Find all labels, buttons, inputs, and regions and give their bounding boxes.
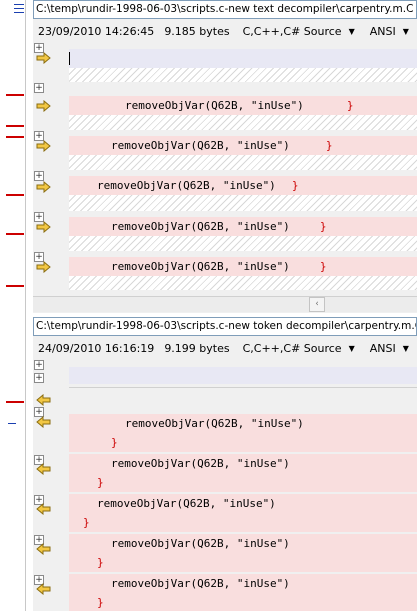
overview-diff-mark — [6, 94, 24, 96]
diff-line[interactable]: removeObjVar(Q62B, "inUse")} — [69, 257, 417, 276]
diff-gap — [69, 276, 417, 290]
expand-button[interactable]: + — [34, 83, 44, 93]
diff-line[interactable]: removeObjVar(Q62B, "inUse")} — [69, 176, 417, 195]
divider — [69, 387, 417, 388]
code-text: removeObjVar(Q62B, "inUse") — [111, 139, 290, 152]
encoding-selector[interactable]: ANSI — [370, 25, 396, 38]
diff-line[interactable]: removeObjVar(Q62B, "inUse")} — [69, 217, 417, 236]
overview-diff-mark — [6, 285, 24, 287]
code-text: removeObjVar(Q62B, "inUse") — [97, 497, 276, 510]
file-date: 24/09/2010 16:16:19 — [38, 341, 155, 355]
diff-line[interactable]: removeObjVar(Q62B, "inUse") } — [69, 454, 417, 492]
diff-gap — [69, 115, 417, 130]
code-brace: } — [325, 139, 333, 152]
code-brace: } — [97, 596, 104, 609]
code-brace: } — [97, 556, 104, 569]
diff-line[interactable]: removeObjVar(Q62B, "inUse") } — [69, 414, 417, 452]
copy-right-arrow-icon[interactable] — [36, 140, 51, 152]
copy-left-arrow-icon[interactable] — [36, 394, 51, 406]
copy-right-arrow-icon[interactable] — [36, 221, 51, 233]
copy-right-arrow-icon[interactable] — [36, 52, 51, 64]
chevron-down-icon[interactable]: ▼ — [349, 27, 355, 36]
diff-line-current[interactable] — [69, 367, 417, 384]
file-date: 23/09/2010 14:26:45 — [38, 24, 155, 38]
code-brace: } — [346, 99, 354, 112]
diff-gap — [69, 195, 417, 211]
copy-left-arrow-icon[interactable] — [36, 416, 51, 428]
overview-rail — [25, 0, 26, 611]
code-text: removeObjVar(Q62B, "inUse") — [111, 260, 290, 273]
diff-line[interactable]: removeObjVar(Q62B, "inUse") } — [69, 574, 417, 611]
copy-left-arrow-icon[interactable] — [36, 583, 51, 595]
horizontal-scrollbar[interactable]: ‹ — [33, 296, 417, 312]
chevron-down-icon[interactable]: ▼ — [403, 27, 409, 36]
encoding-selector[interactable]: ANSI — [370, 342, 396, 355]
code-text: removeObjVar(Q62B, "inUse") — [111, 220, 290, 233]
code-text: removeObjVar(Q62B, "inUse") — [111, 537, 290, 550]
diff-gap — [69, 68, 417, 82]
chevron-down-icon[interactable]: ▼ — [403, 344, 409, 353]
right-file-pane: C:\temp\rundir-1998-06-03\scripts.c-new … — [33, 317, 417, 611]
code-text: removeObjVar(Q62B, "inUse") — [111, 457, 290, 470]
diff-line[interactable]: removeObjVar(Q62B, "inUse")} — [69, 96, 417, 115]
language-selector[interactable]: C,C++,C# Source — [243, 25, 342, 38]
overview-diff-mark — [6, 136, 24, 138]
scroll-left-button[interactable]: ‹ — [309, 297, 325, 312]
code-text: removeObjVar(Q62B, "inUse") — [125, 99, 304, 112]
file-info-bar: 23/09/2010 14:26:45 9.185 bytes C,C++,C#… — [33, 20, 417, 42]
file-size: 9.185 bytes — [164, 24, 230, 38]
code-brace: } — [291, 179, 299, 192]
overview-viewport-mark — [8, 423, 16, 424]
left-file-pane: C:\temp\rundir-1998-06-03\scripts.c-new … — [33, 0, 417, 313]
diff-line[interactable]: removeObjVar(Q62B, "inUse")} — [69, 136, 417, 155]
file-info-bar: 24/09/2010 16:16:19 9.199 bytes C,C++,C#… — [33, 337, 417, 359]
diff-line[interactable]: removeObjVar(Q62B, "inUse") } — [69, 494, 417, 532]
copy-left-arrow-icon[interactable] — [36, 463, 51, 475]
overview-diff-mark — [6, 125, 24, 127]
expand-button[interactable]: + — [34, 373, 44, 383]
diff-line[interactable]: removeObjVar(Q62B, "inUse") } — [69, 534, 417, 572]
code-text: removeObjVar(Q62B, "inUse") — [97, 179, 276, 192]
diff-gap — [69, 155, 417, 170]
file-path-field[interactable]: C:\temp\rundir-1998-06-03\scripts.c-new … — [33, 317, 417, 336]
code-brace: } — [111, 436, 118, 449]
code-text: removeObjVar(Q62B, "inUse") — [125, 417, 304, 430]
copy-right-arrow-icon[interactable] — [36, 261, 51, 273]
code-brace: } — [319, 220, 327, 233]
language-selector[interactable]: C,C++,C# Source — [243, 342, 342, 355]
overview-diff-mark — [6, 233, 24, 235]
expand-button[interactable]: + — [34, 360, 44, 370]
file-size: 9.199 bytes — [164, 341, 230, 355]
copy-right-arrow-icon[interactable] — [36, 181, 51, 193]
diff-overview-strip[interactable] — [0, 0, 27, 611]
code-brace: } — [83, 516, 90, 529]
diff-gap — [69, 236, 417, 251]
text-caret — [69, 52, 70, 65]
overview-diff-mark — [6, 194, 24, 196]
diff-line-current[interactable] — [69, 49, 417, 68]
expand-button[interactable]: + — [34, 171, 44, 181]
file-path-field[interactable]: C:\temp\rundir-1998-06-03\scripts.c-new … — [33, 0, 417, 19]
code-brace: } — [319, 260, 327, 273]
overview-menu-icon[interactable] — [14, 4, 24, 13]
copy-left-arrow-icon[interactable] — [36, 503, 51, 515]
code-text: removeObjVar(Q62B, "inUse") — [111, 577, 290, 590]
copy-left-arrow-icon[interactable] — [36, 543, 51, 555]
copy-right-arrow-icon[interactable] — [36, 100, 51, 112]
overview-diff-mark — [6, 401, 24, 403]
chevron-down-icon[interactable]: ▼ — [349, 344, 355, 353]
code-brace: } — [97, 476, 104, 489]
